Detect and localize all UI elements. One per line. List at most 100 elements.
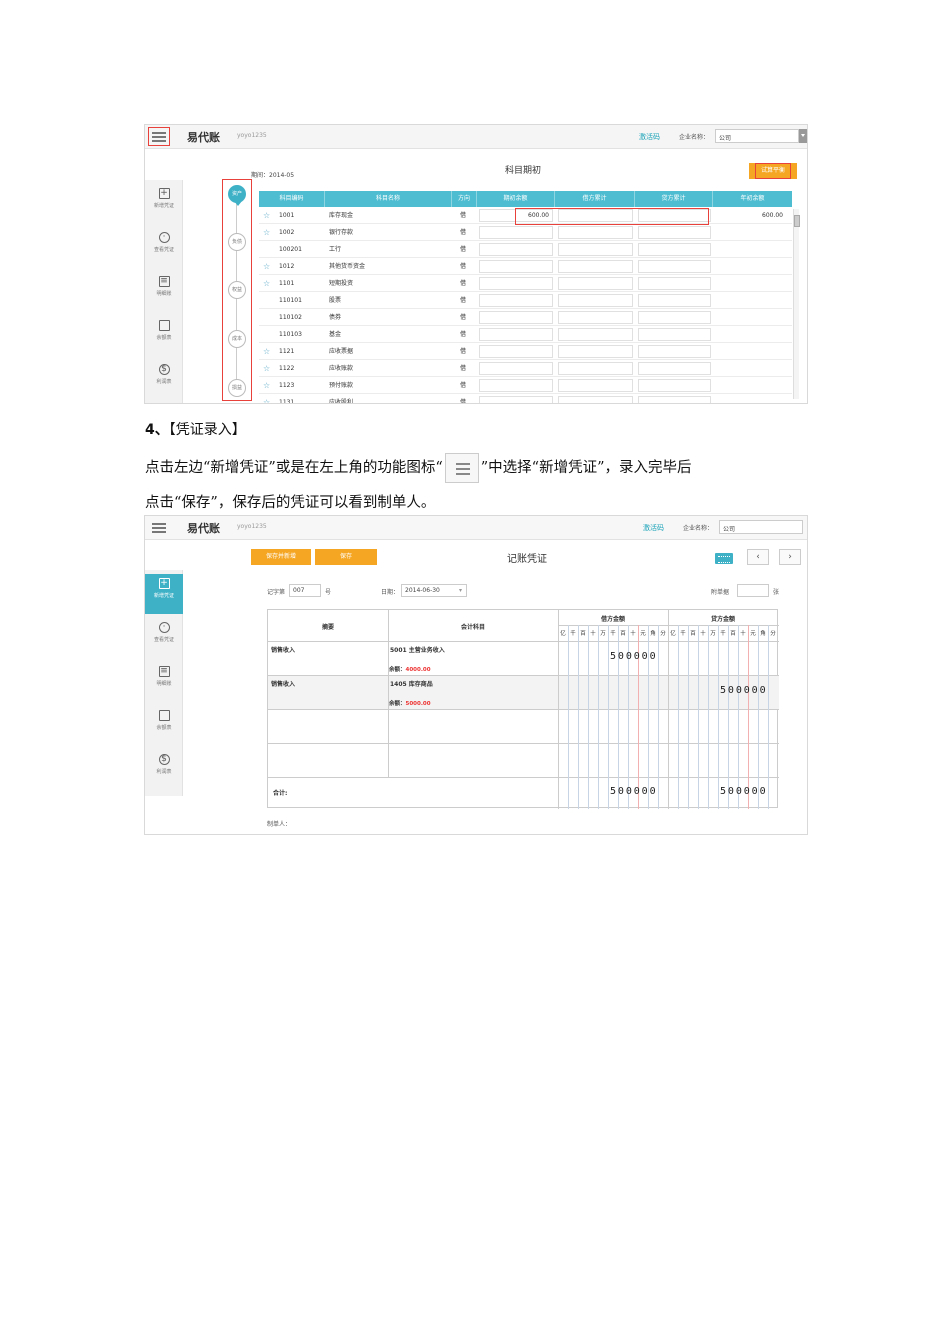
- debit-total-input[interactable]: [558, 243, 633, 256]
- digit-unit-label: 百: [690, 631, 696, 637]
- credit-total-input[interactable]: [638, 328, 711, 341]
- year-opening-balance: [719, 241, 783, 258]
- opening-balance-input[interactable]: [479, 379, 553, 392]
- credit-total-input[interactable]: [638, 294, 711, 307]
- account-name: 预付账款: [329, 382, 354, 389]
- credit-total-input[interactable]: [638, 362, 711, 375]
- username: yoyo1235: [237, 132, 267, 139]
- save-button[interactable]: 保存: [315, 549, 377, 565]
- screenshot-voucher-entry: 易代账 yoyo1235 激活码 企业名称： 公司 + 新增凭证 · 查看凭证 …: [144, 515, 808, 835]
- entry-summary[interactable]: 销售收入: [271, 645, 295, 654]
- entry-account[interactable]: 1405 库存商品: [390, 679, 433, 688]
- opening-balance-input[interactable]: [479, 345, 553, 358]
- direction: 借: [460, 246, 467, 253]
- opening-balance-input[interactable]: [479, 328, 553, 341]
- credit-total-input[interactable]: [638, 379, 711, 392]
- opening-balance-input[interactable]: [479, 396, 553, 403]
- account-code: 100201: [279, 246, 302, 253]
- debit-total-input[interactable]: [558, 311, 633, 324]
- sidebar-item-view-voucher[interactable]: · 查看凭证: [145, 618, 183, 658]
- sidebar-item-profit[interactable]: $ 利润表: [145, 750, 183, 790]
- menu-icon[interactable]: [149, 519, 169, 536]
- opening-balance-input[interactable]: [479, 260, 553, 273]
- debit-total-input[interactable]: [558, 379, 633, 392]
- activate-link[interactable]: 激活码: [639, 132, 660, 142]
- menu-highlight-box: [148, 127, 170, 146]
- company-select[interactable]: 公司: [715, 129, 799, 143]
- credit-total-input[interactable]: [638, 345, 711, 358]
- debit-total-input[interactable]: [558, 277, 633, 290]
- star-icon[interactable]: ☆: [263, 343, 270, 360]
- opening-balance-input[interactable]: [479, 277, 553, 290]
- attachments-unit: 张: [773, 589, 780, 596]
- debit-total-input[interactable]: [558, 396, 633, 403]
- credit-total-input[interactable]: [638, 311, 711, 324]
- sidebar-item-balance[interactable]: 余额表: [145, 316, 183, 356]
- sidebar-item-new-voucher[interactable]: + 新增凭证: [145, 574, 183, 614]
- account-name: 库存现金: [329, 212, 354, 219]
- date-input[interactable]: 2014-06-30: [401, 584, 467, 597]
- account-name: 银行存款: [329, 229, 354, 236]
- credit-total-input[interactable]: [638, 396, 711, 403]
- credit-total-input[interactable]: [638, 226, 711, 239]
- year-opening-balance: [719, 360, 783, 377]
- direction: 借: [460, 263, 467, 270]
- star-icon[interactable]: ☆: [263, 224, 270, 241]
- sidebar-item-view-voucher[interactable]: · 查看凭证: [145, 228, 183, 268]
- trial-balance-highlight: [755, 163, 791, 179]
- voucher-number-input[interactable]: 007: [289, 584, 321, 597]
- scrollbar[interactable]: [793, 209, 800, 399]
- debit-total-input[interactable]: [558, 294, 633, 307]
- next-voucher-button[interactable]: ›: [779, 549, 801, 565]
- sidebar-item-ledger[interactable]: ≡ 明细账: [145, 272, 183, 312]
- credit-total-input[interactable]: [638, 243, 711, 256]
- prev-voucher-button[interactable]: ‹: [747, 549, 769, 565]
- opening-balance-input[interactable]: [479, 243, 553, 256]
- digit-unit-label: 十: [590, 631, 596, 637]
- activate-link[interactable]: 激活码: [643, 523, 664, 533]
- star-icon[interactable]: ☆: [263, 258, 270, 275]
- star-icon[interactable]: ☆: [263, 275, 270, 292]
- period-label: 期间：2014-05: [251, 172, 295, 179]
- star-icon[interactable]: ☆: [263, 394, 270, 403]
- app-logo: 易代账: [187, 522, 220, 535]
- voucher-table: 摘要 会计科目 借方金额 贷方金额亿千百十万千百十元角分亿千百十万千百十元角分销售收入…: [267, 609, 779, 809]
- sidebar-item-profit[interactable]: $ 利润表: [145, 360, 183, 400]
- dollar-icon: $: [158, 364, 170, 375]
- credit-total-input[interactable]: [638, 277, 711, 290]
- opening-balance-input[interactable]: [479, 362, 553, 375]
- entry-debit-amount[interactable]: 500000: [610, 651, 658, 662]
- debit-total-input[interactable]: [558, 260, 633, 273]
- digit-unit-label: 百: [730, 631, 736, 637]
- save-and-new-button[interactable]: 保存并新增: [251, 549, 311, 565]
- star-icon[interactable]: ☆: [263, 207, 270, 224]
- debit-total-input[interactable]: [558, 328, 633, 341]
- screenshot-opening-balances: 易代账 yoyo1235 激活码 企业名称： 公司 + 新增凭证 · 查看凭证 …: [144, 124, 808, 404]
- opening-balance-input[interactable]: [479, 294, 553, 307]
- chevron-down-icon[interactable]: [799, 129, 807, 143]
- account-code: 1002: [279, 229, 295, 236]
- debit-total-input[interactable]: [558, 226, 633, 239]
- entry-summary[interactable]: 销售收入: [271, 679, 295, 688]
- star-icon[interactable]: ☆: [263, 360, 270, 377]
- debit-total-input[interactable]: [558, 362, 633, 375]
- paragraph-line-2: 点击“保存”，保存后的凭证可以看到制单人。: [145, 495, 436, 511]
- direction: 借: [460, 348, 467, 355]
- entry-credit-amount[interactable]: 500000: [720, 685, 768, 696]
- company-select[interactable]: 公司: [719, 520, 803, 534]
- sidebar-item-new-voucher[interactable]: + 新增凭证: [145, 184, 183, 224]
- debit-total-input[interactable]: [558, 345, 633, 358]
- opening-balance-input[interactable]: [479, 311, 553, 324]
- opening-balance-input[interactable]: [479, 226, 553, 239]
- attachments-input[interactable]: [737, 584, 769, 597]
- sidebar-item-ledger[interactable]: ≡ 明细账: [145, 662, 183, 702]
- chevron-down-icon[interactable]: ▾: [459, 587, 462, 594]
- credit-total-input[interactable]: [638, 260, 711, 273]
- digit-divider: [608, 625, 609, 809]
- star-icon[interactable]: ☆: [263, 377, 270, 394]
- sidebar-item-balance[interactable]: 余额表: [145, 706, 183, 746]
- scrollbar-thumb[interactable]: [794, 215, 800, 227]
- entry-account[interactable]: 5001 主营业务收入: [390, 645, 445, 654]
- keyboard-icon[interactable]: [715, 553, 733, 564]
- page-title: 科目期初: [505, 166, 542, 176]
